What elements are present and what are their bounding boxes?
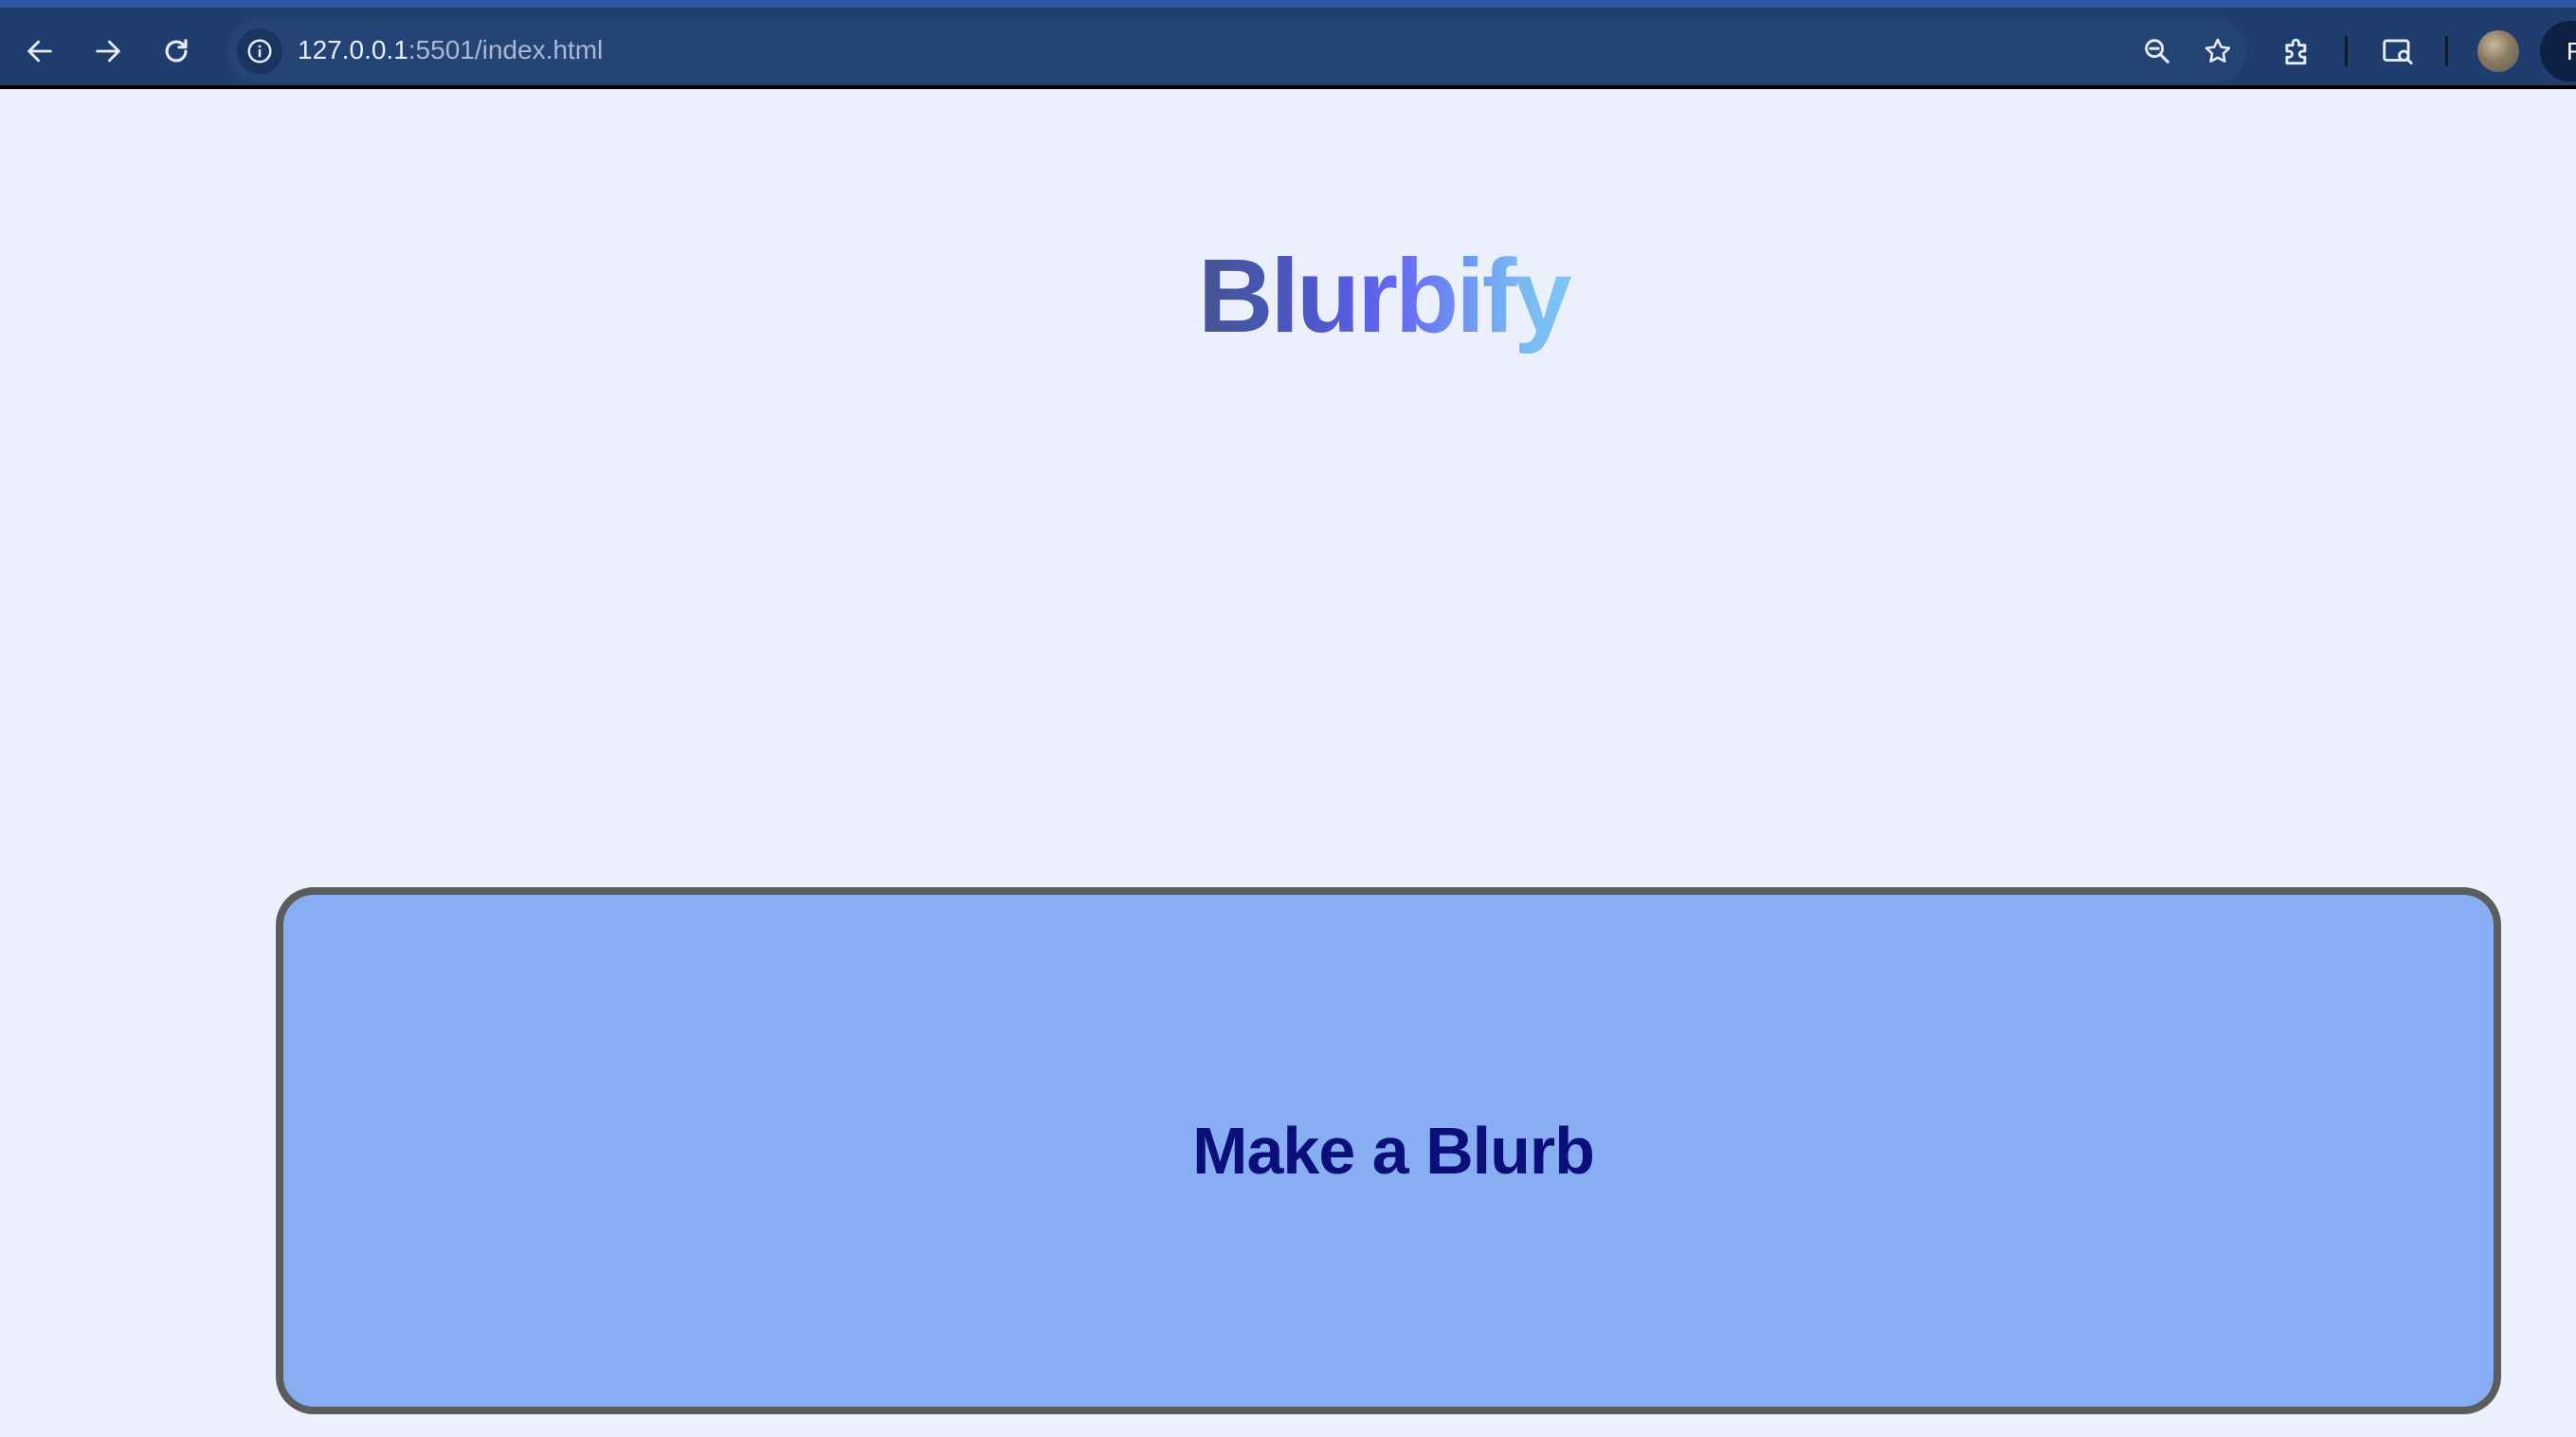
logo-container: Blurbify	[1194, 235, 1573, 368]
reload-icon	[165, 39, 188, 63]
avatar[interactable]	[2477, 30, 2519, 72]
puzzle-icon	[2285, 38, 2307, 65]
tab-search-button[interactable]	[2377, 30, 2419, 72]
back-button[interactable]	[17, 28, 63, 74]
site-info-button[interactable]	[237, 28, 282, 74]
toolbar-divider	[2445, 36, 2448, 66]
zoom-button[interactable]	[2138, 32, 2176, 70]
url-path: :5501/index.html	[408, 35, 604, 64]
make-blurb-button[interactable]: Make a Blurb	[276, 887, 2501, 1414]
arrow-left-icon	[27, 40, 52, 63]
profile-initial: F	[2567, 37, 2576, 65]
url-host: 127.0.0.1	[298, 35, 408, 64]
extensions-button[interactable]	[2277, 30, 2318, 72]
reload-button[interactable]	[154, 28, 199, 74]
address-bar[interactable]: 127.0.0.1:5501/index.html	[227, 19, 2246, 83]
toolbar-divider	[2345, 36, 2348, 66]
zoom-out-icon	[2145, 39, 2169, 64]
tab-search-icon	[2383, 39, 2413, 65]
url-text[interactable]: 127.0.0.1:5501/index.html	[298, 34, 603, 66]
info-icon	[247, 39, 272, 64]
arrow-right-icon	[96, 40, 120, 63]
make-blurb-button-label: Make a Blurb	[1192, 1114, 1595, 1188]
page-content: Blurbify Make a Blurb	[0, 93, 2576, 1437]
browser-toolbar: 127.0.0.1:5501/index.html F	[0, 0, 2576, 89]
star-icon	[2204, 38, 2231, 64]
forward-button[interactable]	[85, 28, 131, 74]
profile-button[interactable]: F	[2540, 21, 2576, 82]
bookmark-button[interactable]	[2199, 32, 2237, 70]
page-title: Blurbify	[1194, 235, 1573, 358]
